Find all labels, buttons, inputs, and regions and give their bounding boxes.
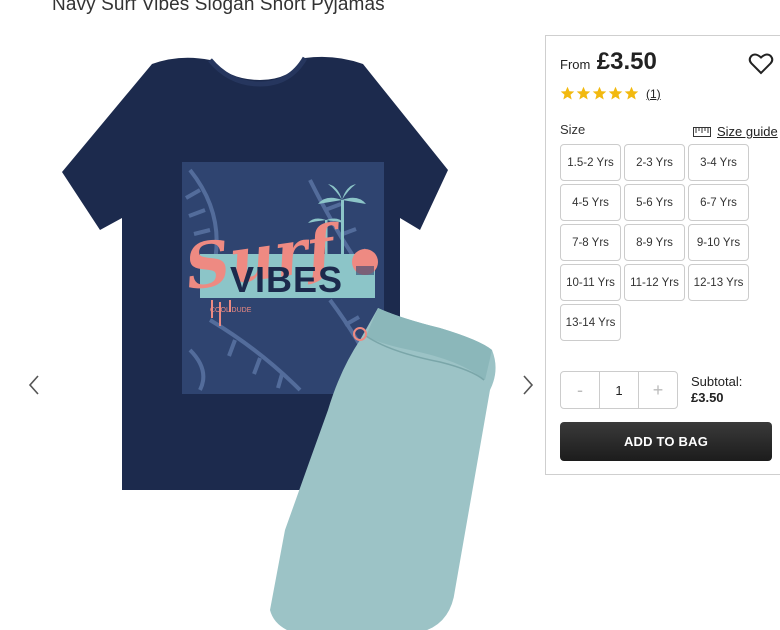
star-icon [576,86,591,100]
chevron-right-icon[interactable] [518,370,538,400]
quantity-input[interactable]: 1 [599,372,639,408]
price-row: From £3.50 [560,48,657,76]
size-option-button[interactable]: 9-10 Yrs [688,224,749,261]
size-guide-link[interactable]: Size guide [693,124,778,139]
size-option-button[interactable]: 4-5 Yrs [560,184,621,221]
size-option-button[interactable]: 7-8 Yrs [560,224,621,261]
subtotal-amount: £3.50 [691,390,724,405]
page-title: Navy Surf Vibes Slogan Short Pyjamas [52,0,385,15]
product-gallery: Surf VIBES COOL DUDE [0,30,545,630]
size-option-button[interactable]: 6-7 Yrs [688,184,749,221]
size-label: Size [560,122,586,137]
size-option-button[interactable]: 12-13 Yrs [688,264,749,301]
quantity-increase-button[interactable]: + [639,372,677,408]
subtotal: Subtotal: £3.50 [691,374,742,406]
size-guide-label: Size guide [717,124,778,139]
size-option-button[interactable]: 1.5-2 Yrs [560,144,621,181]
size-option-button[interactable]: 2-3 Yrs [624,144,685,181]
size-options: 1.5-2 Yrs 2-3 Yrs 3-4 Yrs 4-5 Yrs 5-6 Yrs 6-7… [560,144,749,341]
size-option-button[interactable]: 10-11 Yrs [560,264,621,301]
purchase-panel: From £3.50 (1) Size Size guide 1.5-2 Yrs… [545,35,780,475]
star-icon [560,86,575,100]
star-icon [592,86,607,100]
size-option-button[interactable]: 11-12 Yrs [624,264,685,301]
add-to-bag-button[interactable]: ADD TO BAG [560,422,772,461]
size-option-button[interactable]: 3-4 Yrs [688,144,749,181]
price: £3.50 [596,48,657,75]
chevron-left-icon[interactable] [24,370,44,400]
size-option-button[interactable]: 13-14 Yrs [560,304,621,341]
subtotal-label: Subtotal: [691,374,743,389]
heart-icon[interactable] [748,52,774,76]
star-icon [608,86,623,100]
star-icon [624,86,639,100]
size-option-button[interactable]: 5-6 Yrs [624,184,685,221]
quantity-stepper: - 1 + [560,371,678,409]
size-option-button[interactable]: 8-9 Yrs [624,224,685,261]
review-count-link[interactable]: (1) [646,87,661,101]
rating: (1) [560,86,661,101]
from-label: From [560,57,591,72]
quantity-decrease-button[interactable]: - [561,372,599,408]
ruler-icon [693,126,711,137]
art-vibes-text: VIBES [230,259,343,300]
product-image: Surf VIBES COOL DUDE [62,56,496,630]
